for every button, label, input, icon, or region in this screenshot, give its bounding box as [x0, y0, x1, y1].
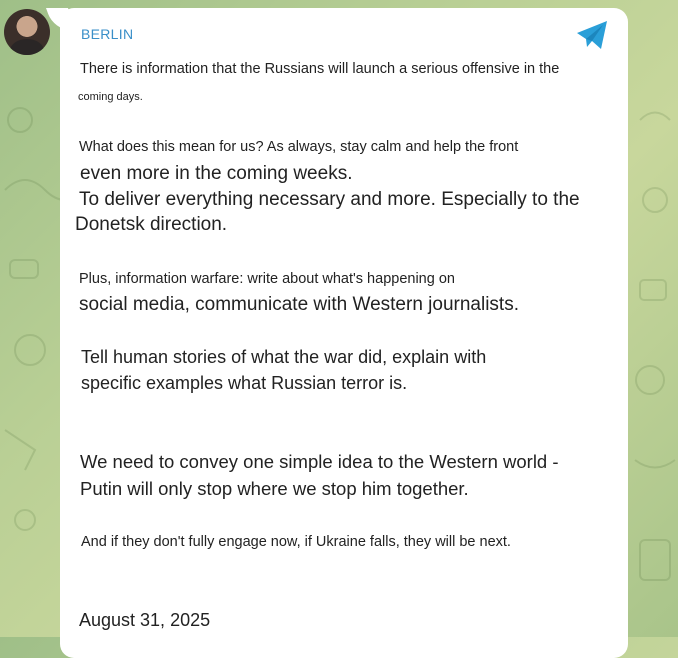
message-line-11: We need to convey one simple idea to the…	[80, 451, 559, 472]
telegram-plane-icon	[577, 21, 607, 49]
message-line-5: To deliver everything necessary and more…	[79, 189, 580, 210]
message-line-1: There is information that the Russians w…	[80, 61, 560, 77]
message-date: August 31, 2025	[79, 610, 211, 630]
message-line-10: specific examples what Russian terror is…	[81, 373, 408, 393]
avatar-shoulders	[10, 39, 44, 55]
message-bubble	[60, 8, 628, 658]
message-line-9: Tell human stories of what the war did, …	[81, 347, 487, 367]
user-avatar[interactable]	[4, 9, 50, 55]
message-line-8: social media, communicate with Western j…	[79, 294, 519, 315]
message-line-13: And if they don't fully engage now, if U…	[81, 534, 511, 550]
message-line-7: Plus, information warfare: write about w…	[79, 271, 455, 287]
message-line-2: coming days.	[78, 91, 143, 103]
channel-name[interactable]: BERLIN	[81, 26, 133, 42]
message-line-6: Donetsk direction.	[75, 214, 228, 235]
message-line-4: even more in the coming weeks.	[80, 163, 353, 184]
message-line-3: What does this mean for us? As always, s…	[79, 139, 519, 155]
message-line-12: Putin will only stop where we stop him t…	[80, 478, 469, 499]
